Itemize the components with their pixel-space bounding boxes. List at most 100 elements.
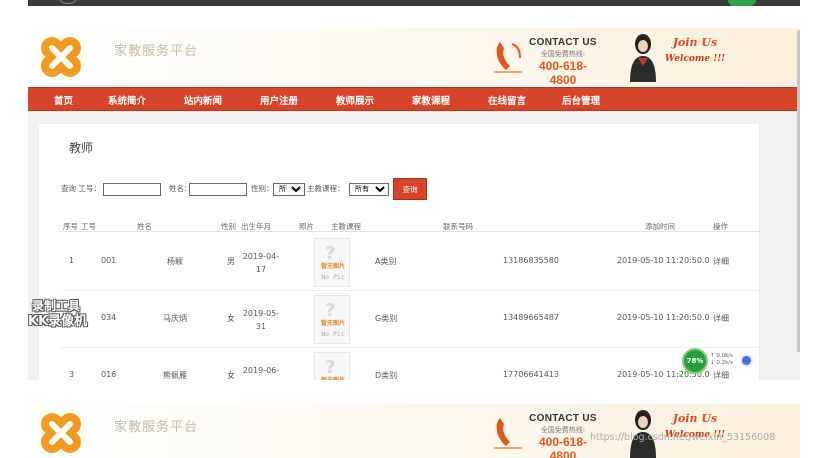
second-frame: 家教服务平台 CONTACT US 全国免费热线: 400-618-4800 J…	[28, 404, 800, 458]
cell-birth: 2019-06-	[242, 366, 280, 375]
col-index: 序号	[63, 222, 78, 231]
col-op: 操作	[713, 222, 728, 231]
blog-watermark: https://blog.csdn.net/weixin_53156008	[590, 432, 776, 443]
no-photo-placeholder: ? 暂无图片 No Pic	[314, 352, 350, 380]
site-name: 家教服务平台	[114, 420, 199, 435]
cell-course: G类别	[375, 314, 398, 323]
teacher-id-input[interactable]	[103, 183, 161, 196]
search-bar: 查询 工号： 姓名： 性别： 所有 主教课程： 所有 查询	[61, 178, 461, 202]
nav-item-admin[interactable]: 后台管理	[562, 93, 600, 107]
cell-course: A类别	[375, 257, 397, 266]
cell-gender: 女	[227, 314, 235, 323]
contact-title: CONTACT US	[529, 413, 597, 424]
no-photo-tag: 暂无图片	[320, 263, 345, 270]
logo-icon[interactable]	[38, 410, 84, 456]
contact-block: CONTACT US 全国免费热线: 400-618-4800	[528, 413, 598, 458]
table-row: 2 034 马庆炳 女 2019-05-31 ? 暂无图片 No Pic G类别…	[61, 291, 761, 348]
cell-name: 熊佩雁	[163, 371, 187, 380]
no-photo-tag: 暂无图片	[318, 375, 348, 380]
network-speed-widget[interactable]: 78% ↑ 0.0k/s ↓ 0.2k/s	[682, 348, 754, 374]
site-name: 家教服务平台	[114, 44, 199, 59]
cell-course: D类别	[375, 371, 398, 380]
contact-phone: 400-618-4800	[538, 59, 588, 87]
cell-birth: 2019-05-31	[242, 309, 280, 331]
download-rate: 0.2k/s	[716, 360, 734, 366]
cell-id: 001	[101, 256, 117, 265]
recorder-watermark: 录制工具	[32, 299, 81, 313]
recorder-watermark-brand: KK录像机	[28, 314, 88, 329]
cell-gender: 男	[227, 257, 235, 266]
gender-select[interactable]: 所有	[273, 183, 305, 196]
accelerator-icon[interactable]	[740, 354, 753, 367]
search-button[interactable]: 查询	[393, 178, 427, 200]
no-photo-tag: 暂无图片	[320, 320, 345, 327]
join-block: Join Us Welcome !!!	[660, 36, 730, 64]
col-id: 工号	[81, 222, 96, 231]
name-input[interactable]	[189, 183, 247, 196]
cell-time: 2019-05-10 11:20:50.0	[617, 313, 710, 322]
phone-icon	[494, 418, 522, 449]
no-photo-placeholder: ? 暂无图片 No Pic	[314, 295, 350, 344]
col-photo: 照片	[299, 222, 314, 231]
cell-id: 034	[101, 313, 117, 322]
no-photo-placeholder: ? 暂无图片 No Pic	[314, 238, 350, 287]
nav-item-news[interactable]: 站内新闻	[184, 93, 222, 107]
strip-indicator	[728, 0, 756, 6]
cell-phone: 17706641413	[503, 370, 559, 379]
teacher-portrait-image	[630, 34, 656, 82]
join-title: Join Us	[672, 36, 718, 49]
contact-subtitle: 全国免费热线:	[540, 50, 586, 58]
strip-bubble	[60, 0, 76, 4]
page-title: 教师	[69, 141, 94, 155]
speed-percent: 78%	[682, 348, 708, 374]
cell-index: 1	[69, 256, 75, 265]
nav-item-messages[interactable]: 在线留言	[488, 93, 526, 107]
cell-index: 3	[69, 370, 75, 379]
cell-name: 马庆炳	[163, 314, 187, 323]
contact-subtitle: 全国免费热线:	[540, 426, 586, 434]
no-photo-text: No Pic	[321, 273, 345, 281]
speed-stats: ↑ 0.0k/s ↓ 0.2k/s	[710, 353, 734, 366]
logo-icon[interactable]	[38, 34, 84, 80]
cell-phone: 13186835580	[503, 256, 559, 265]
nav-item-courses[interactable]: 家教课程	[412, 93, 450, 107]
contact-title: CONTACT US	[529, 37, 597, 48]
col-birth: 出生年月	[241, 222, 271, 231]
main-nav: 首页 系统简介 站内新闻 用户注册 教师展示 家教课程 在线留言 后台管理	[28, 87, 800, 111]
cell-phone: 13489665487	[503, 313, 559, 322]
scrollbar[interactable]	[797, 30, 800, 352]
site-header-duplicate: 家教服务平台 CONTACT US 全国免费热线: 400-618-4800 J…	[28, 404, 800, 458]
course-select[interactable]: 所有	[349, 183, 389, 196]
nav-item-teachers[interactable]: 教师展示	[336, 93, 374, 107]
cell-birth: 2019-04-17	[242, 252, 280, 274]
cell-time: 2019-05-10 11:20:50.0	[617, 256, 710, 265]
join-subtitle: Welcome !!!	[664, 54, 726, 64]
table-row: 1 001 杨颖 男 2019-04-17 ? 暂无图片 No Pic A类别 …	[61, 234, 761, 291]
query-label: 查询 工号：	[61, 184, 101, 193]
course-label: 主教课程：	[307, 184, 345, 193]
col-name: 姓名	[137, 222, 152, 231]
col-course: 主教课程	[331, 222, 361, 231]
main-frame: 家教服务平台 CONTACT US 全国免费热线: 400-618-4800 J…	[28, 28, 800, 380]
join-title: Join Us	[672, 412, 718, 425]
nav-item-register[interactable]: 用户注册	[260, 93, 298, 107]
detail-link[interactable]: 详细	[713, 256, 729, 267]
detail-link[interactable]: 详细	[713, 313, 729, 324]
contact-block: CONTACT US 全国免费热线: 400-618-4800	[528, 37, 598, 87]
nav-item-home[interactable]: 首页	[54, 93, 73, 107]
contact-phone: 400-618-4800	[538, 435, 588, 458]
no-photo-text: No Pic	[321, 330, 345, 338]
site-header: 家教服务平台 CONTACT US 全国免费热线: 400-618-4800 J…	[28, 28, 800, 87]
upload-rate: 0.0k/s	[716, 353, 734, 359]
col-gender: 性别	[221, 222, 236, 231]
col-time: 添加时间	[645, 222, 675, 231]
cell-name: 杨颖	[167, 257, 183, 266]
phone-icon	[494, 42, 522, 73]
table-row: 3 016 熊佩雁 女 2019-06- ? 暂无图片 No Pic D类别 1…	[61, 348, 761, 380]
nav-item-intro[interactable]: 系统简介	[108, 93, 146, 107]
cell-gender: 女	[227, 371, 235, 380]
col-phone: 联系号码	[443, 222, 473, 231]
cell-id: 016	[101, 370, 117, 379]
top-window-strip	[28, 0, 800, 6]
gender-label: 性别：	[251, 184, 274, 193]
